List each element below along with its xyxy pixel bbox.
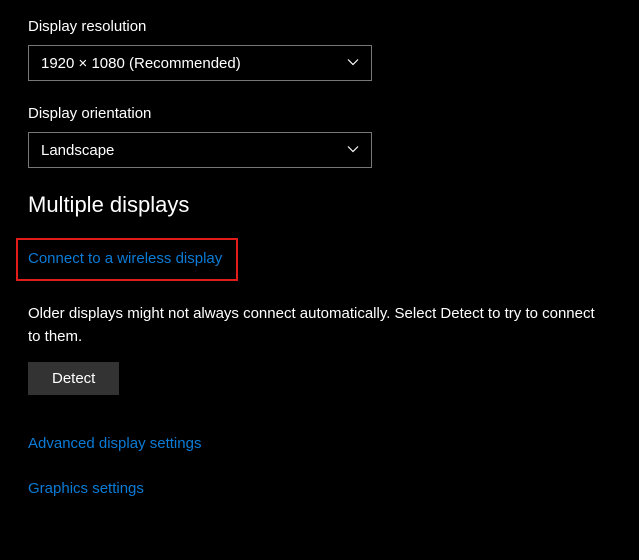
chevron-down-icon (347, 55, 359, 72)
connect-wireless-display-link[interactable]: Connect to a wireless display (28, 250, 222, 267)
chevron-down-icon (347, 142, 359, 159)
graphics-settings-link[interactable]: Graphics settings (28, 480, 144, 497)
detect-info-text: Older displays might not always connect … (28, 303, 608, 348)
display-resolution-dropdown[interactable]: 1920 × 1080 (Recommended) (28, 45, 372, 81)
highlighted-box: Connect to a wireless display (16, 238, 238, 281)
display-orientation-dropdown[interactable]: Landscape (28, 132, 372, 168)
multiple-displays-heading: Multiple displays (28, 192, 619, 218)
display-resolution-label: Display resolution (28, 18, 619, 35)
display-orientation-value: Landscape (41, 142, 114, 159)
advanced-display-settings-link[interactable]: Advanced display settings (28, 435, 201, 452)
display-orientation-label: Display orientation (28, 105, 619, 122)
detect-button[interactable]: Detect (28, 362, 119, 395)
display-resolution-value: 1920 × 1080 (Recommended) (41, 55, 241, 72)
